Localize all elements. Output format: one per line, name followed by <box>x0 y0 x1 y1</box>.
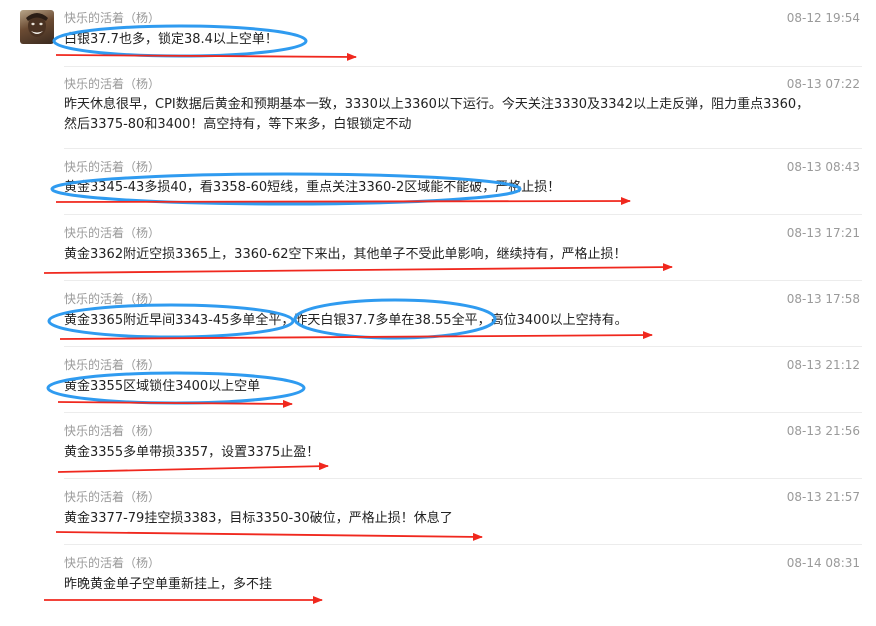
message-author: 快乐的活着（杨） <box>64 358 161 372</box>
message-time: 08-12 19:54 <box>786 11 860 25</box>
message-line: 昨晚黄金单子空单重新挂上，多不挂 <box>64 577 273 592</box>
message-item: 快乐的活着（杨） 08-13 17:21 黄金3362附近空损3365上，336… <box>0 214 876 280</box>
message-line: 黄金3365附近早间3343-45多单全平，昨天白银37.7多单在38.55全平… <box>64 313 628 328</box>
message-author: 快乐的活着（杨） <box>64 556 161 570</box>
chat-history-panel: 快乐的活着（杨） 08-12 19:54 白银37.7也多，锁定38.4以上空单… <box>0 0 876 626</box>
message-author: 快乐的活着（杨） <box>64 160 161 174</box>
message-time: 08-13 17:21 <box>786 226 860 240</box>
message-line: 黄金3362附近空损3365上，3360-62空下来出，其他单子不受此单影响，继… <box>64 247 627 262</box>
message-time: 08-13 21:56 <box>786 424 860 438</box>
message-item: 快乐的活着（杨） 08-12 19:54 白银37.7也多，锁定38.4以上空单… <box>0 0 876 66</box>
message-text: 白银37.7也多，锁定38.4以上空单！ <box>64 30 864 50</box>
message-author: 快乐的活着（杨） <box>64 77 161 91</box>
message-text: 昨晚黄金单子空单重新挂上，多不挂 <box>64 575 864 595</box>
message-text: 黄金3345-43多损40，看3358-60短线，重点关注3360-2区域能不能… <box>64 178 864 198</box>
message-text: 昨天休息很早，CPI数据后黄金和预期基本一致，3330以上3360以下运行。今天… <box>64 95 864 135</box>
message-text: 黄金3355区域锁住3400以上空单 <box>64 377 864 397</box>
message-line: 然后3375-80和3400！高空持有，等下来多，白银锁定不动 <box>64 117 412 132</box>
message-line: 昨天休息很早，CPI数据后黄金和预期基本一致，3330以上3360以下运行。今天… <box>64 97 810 112</box>
message-item: 快乐的活着（杨） 08-13 08:43 黄金3345-43多损40，看3358… <box>0 148 876 214</box>
message-line: 黄金3355多单带损3357，设置3375止盈！ <box>64 445 320 460</box>
message-item: 快乐的活着（杨） 08-13 07:22 昨天休息很早，CPI数据后黄金和预期基… <box>0 66 876 148</box>
message-time: 08-13 21:12 <box>786 358 860 372</box>
message-text: 黄金3355多单带损3357，设置3375止盈！ <box>64 443 864 463</box>
message-author: 快乐的活着（杨） <box>64 226 161 240</box>
message-line: 黄金3345-43多损40，看3358-60短线，重点关注3360-2区域能不能… <box>64 180 561 195</box>
message-line: 白银37.7也多，锁定38.4以上空单！ <box>64 32 278 47</box>
message-time: 08-13 08:43 <box>786 160 860 174</box>
message-item: 快乐的活着（杨） 08-13 21:56 黄金3355多单带损3357，设置33… <box>0 412 876 478</box>
message-text: 黄金3362附近空损3365上，3360-62空下来出，其他单子不受此单影响，继… <box>64 245 864 265</box>
message-line: 黄金3377-79挂空损3383，目标3350-30破位，严格止损！休息了 <box>64 511 453 526</box>
message-item: 快乐的活着（杨） 08-14 08:31 昨晚黄金单子空单重新挂上，多不挂 <box>0 544 876 626</box>
message-text: 黄金3377-79挂空损3383，目标3350-30破位，严格止损！休息了 <box>64 509 864 529</box>
message-line: 黄金3355区域锁住3400以上空单 <box>64 379 261 394</box>
message-time: 08-13 07:22 <box>786 77 860 91</box>
message-text: 黄金3365附近早间3343-45多单全平，昨天白银37.7多单在38.55全平… <box>64 311 864 331</box>
message-item: 快乐的活着（杨） 08-13 21:12 黄金3355区域锁住3400以上空单 <box>0 346 876 412</box>
message-time: 08-14 08:31 <box>786 556 860 570</box>
message-item: 快乐的活着（杨） 08-13 21:57 黄金3377-79挂空损3383，目标… <box>0 478 876 544</box>
message-item: 快乐的活着（杨） 08-13 17:58 黄金3365附近早间3343-45多单… <box>0 280 876 346</box>
message-author: 快乐的活着（杨） <box>64 292 161 306</box>
message-author: 快乐的活着（杨） <box>64 11 161 25</box>
message-time: 08-13 21:57 <box>786 490 860 504</box>
message-author: 快乐的活着（杨） <box>64 424 161 438</box>
message-time: 08-13 17:58 <box>786 292 860 306</box>
message-author: 快乐的活着（杨） <box>64 490 161 504</box>
